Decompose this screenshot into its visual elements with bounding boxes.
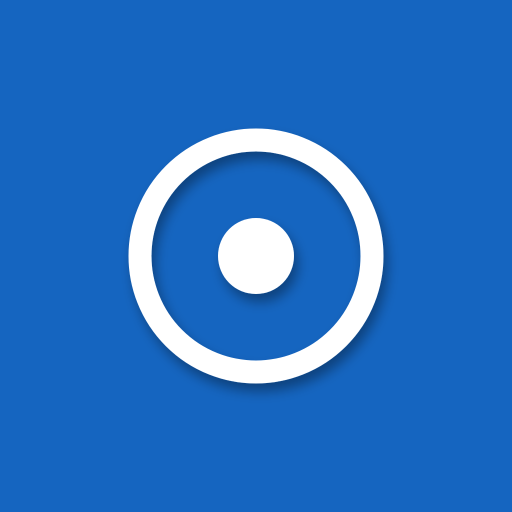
app-icon <box>0 0 512 512</box>
record-icon <box>0 0 512 512</box>
center-dot <box>218 218 294 294</box>
